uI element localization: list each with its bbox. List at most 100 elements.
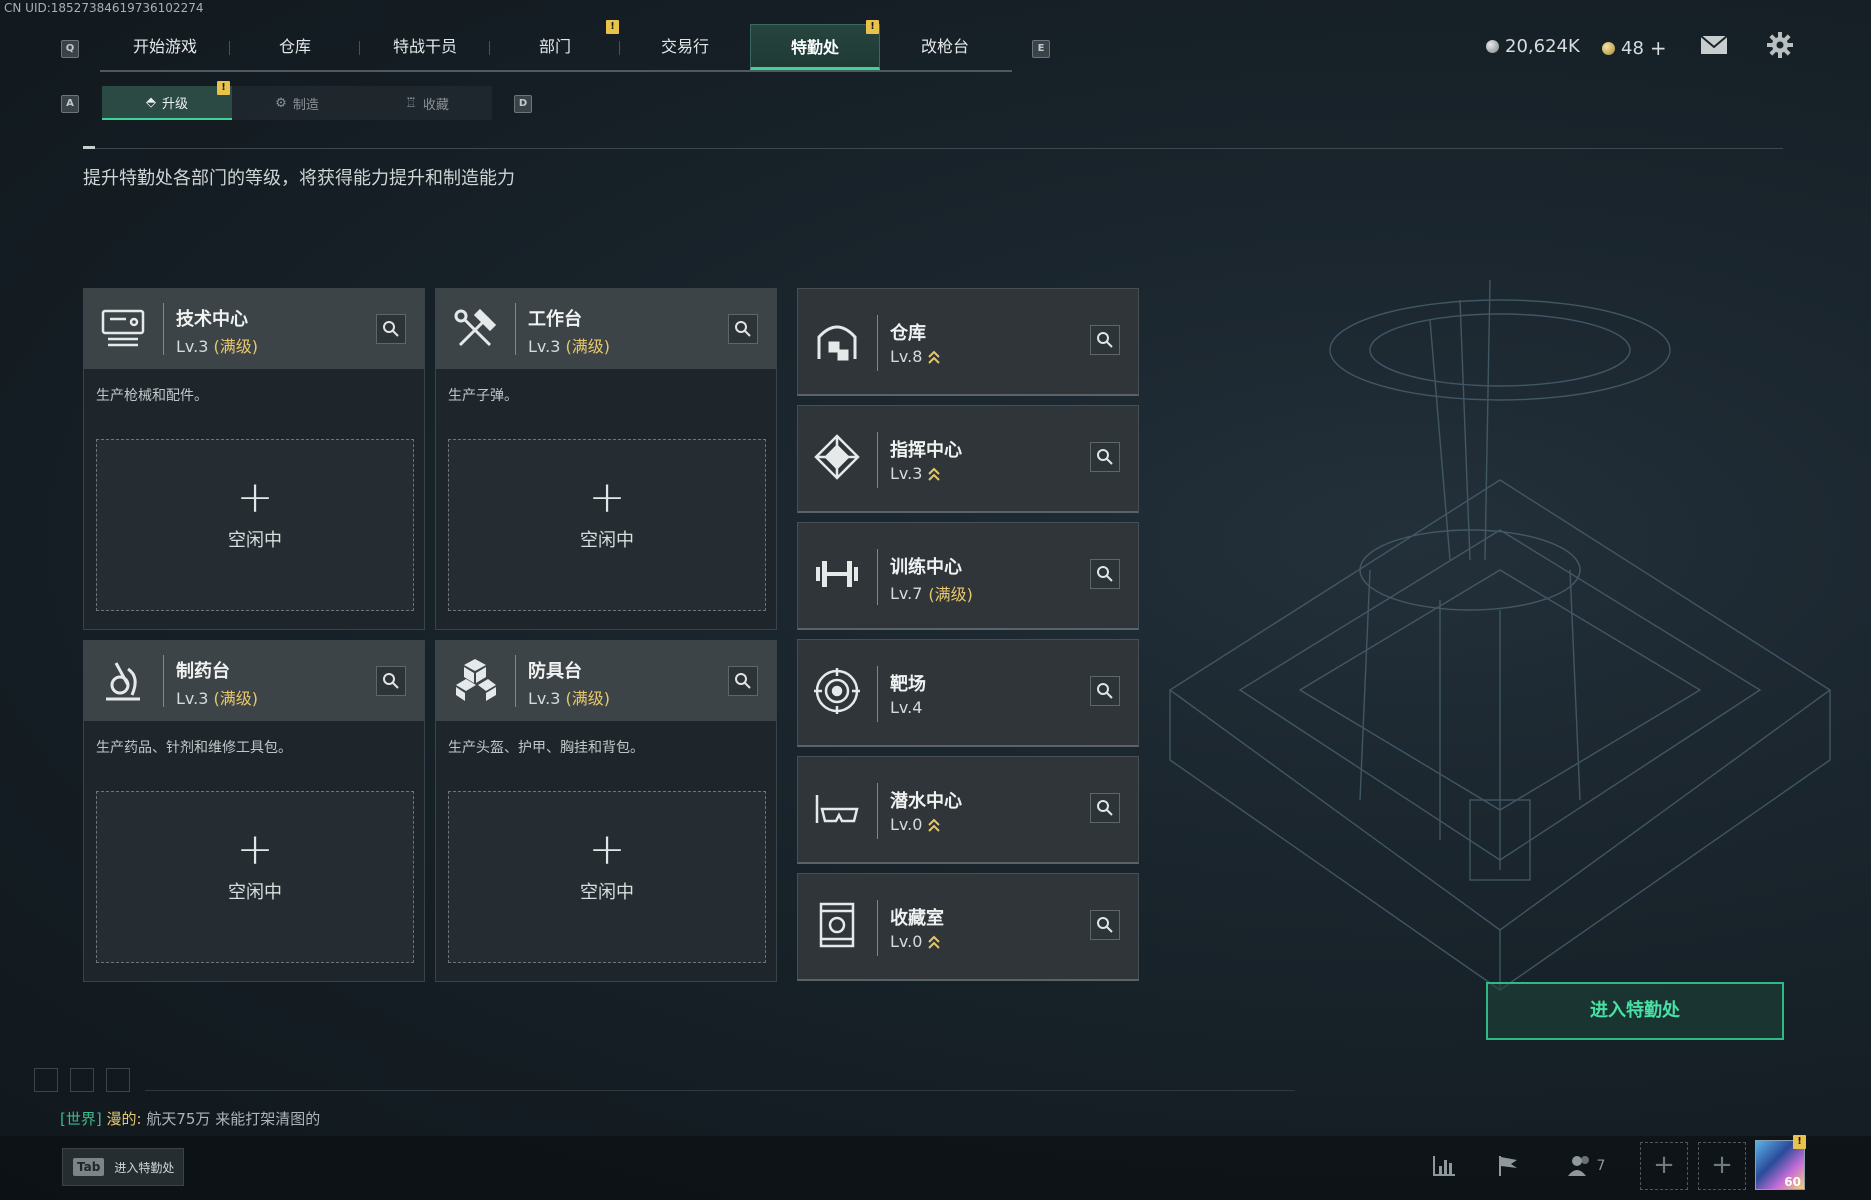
facility-level: Lv.3 [890, 464, 941, 483]
subtab-upgrade[interactable]: ⬘ 升级 [102, 86, 232, 120]
inspect-search-icon[interactable] [728, 666, 758, 696]
production-slot[interactable]: + 空闲中 [448, 439, 766, 611]
key-hint-e: E [1032, 40, 1050, 58]
tab-warehouse[interactable]: 仓库 [230, 24, 360, 70]
upgrade-available-icon [928, 467, 941, 481]
facility-title: 收藏室 [890, 908, 944, 929]
facility-card-collection-room[interactable]: 收藏室 Lv.0 [797, 873, 1139, 981]
inspect-search-icon[interactable] [376, 666, 406, 696]
sub-nav: ⬘ 升级 ⚙ 制造 ♖ 收藏 [102, 86, 492, 120]
decorative-square [106, 1068, 130, 1092]
friends-icon [1567, 1156, 1589, 1176]
currency-tokens[interactable]: 48 + [1602, 36, 1667, 60]
slot-status: 空闲中 [228, 530, 282, 551]
computer-monitor-icon [98, 303, 148, 353]
inspect-search-icon[interactable] [1090, 559, 1120, 589]
decorative-square [34, 1068, 58, 1092]
department-card-armor-bench[interactable]: 防具台 Lv.3 (满级) 生产头盔、护甲、胸挂和背包。 + 空闲中 [435, 640, 777, 982]
stats-bar-chart-icon[interactable] [1422, 1144, 1466, 1188]
department-title: 制药台 [176, 661, 230, 682]
department-description: 生产头盔、护甲、胸挂和背包。 [448, 740, 644, 756]
production-slot[interactable]: + 空闲中 [448, 791, 766, 963]
tab-special-ops-alert-badge: ! [866, 20, 879, 34]
department-title: 技术中心 [176, 309, 248, 330]
facility-card-command-center[interactable]: 指挥中心 Lv.3 [797, 405, 1139, 513]
inspect-search-icon[interactable] [1090, 442, 1120, 472]
slot-status: 空闲中 [580, 530, 634, 551]
craft-gear-icon: ⚙ [275, 95, 287, 111]
currency-coins[interactable]: 20,624K [1486, 36, 1580, 57]
facility-card-warehouse[interactable]: 仓库 Lv.8 [797, 288, 1139, 396]
upgrade-available-icon [928, 350, 941, 364]
facility-title: 仓库 [890, 323, 926, 344]
facility-level: Lv.8 [890, 347, 941, 366]
chat-channel: [世界] [60, 1110, 102, 1128]
department-title: 工作台 [528, 309, 582, 330]
facility-level: Lv.0 [890, 815, 941, 834]
facility-card-training-center[interactable]: 训练中心 Lv.7 (满级) [797, 522, 1139, 630]
gold-coin-icon [1602, 41, 1615, 55]
department-level: Lv.3 (满级) [176, 689, 258, 708]
tab-operators[interactable]: 特战干员 [360, 24, 490, 70]
party-slot-add-button[interactable]: + [1640, 1142, 1688, 1190]
tab-trading[interactable]: 交易行 [620, 24, 750, 70]
subtab-collection[interactable]: ♖ 收藏 [362, 86, 492, 120]
decorative-divider [145, 1090, 1295, 1091]
settings-gear-icon[interactable] [1766, 31, 1794, 59]
production-slot[interactable]: + 空闲中 [96, 791, 414, 963]
page-description: 提升特勤处各部门的等级，将获得能力提升和制造能力 [83, 168, 515, 189]
subtab-craft[interactable]: ⚙ 制造 [232, 86, 362, 120]
facility-card-shooting-range[interactable]: 靶场 Lv.4 [797, 639, 1139, 747]
department-card-tech-center[interactable]: 技术中心 Lv.3 (满级) 生产枪械和配件。 + 空闲中 [83, 288, 425, 630]
inspect-search-icon[interactable] [1090, 325, 1120, 355]
silver-coin-icon [1486, 40, 1499, 53]
department-card-workbench[interactable]: 工作台 Lv.3 (满级) 生产子弹。 + 空闲中 [435, 288, 777, 630]
hammer-wrench-icon [450, 303, 500, 353]
party-slot-add-button-2[interactable]: + [1698, 1142, 1746, 1190]
facility-level: Lv.4 [890, 698, 923, 717]
upgrade-available-icon [928, 935, 941, 949]
slot-status: 空闲中 [228, 882, 282, 903]
mail-icon[interactable] [1700, 34, 1728, 56]
facility-title: 靶场 [890, 674, 926, 695]
flag-icon[interactable] [1486, 1144, 1530, 1188]
player-level: 60 [1784, 1175, 1801, 1189]
tab-department[interactable]: 部门 [490, 24, 620, 70]
chat-user: 漫的: [106, 1110, 142, 1128]
friends-count: 7 [1596, 1158, 1606, 1174]
stacked-cubes-icon [450, 655, 500, 705]
world-chat-message[interactable]: [世界] 漫的: 航天75万 来能打架清图的 [60, 1108, 320, 1129]
tab-start-game[interactable]: 开始游戏 [100, 24, 230, 70]
facility-card-diving-center[interactable]: 潜水中心 Lv.0 [797, 756, 1139, 864]
friends-button[interactable]: 7 [1556, 1144, 1616, 1188]
tab-key-hint: Tab [73, 1158, 105, 1176]
tab-special-ops[interactable]: 特勤处 [750, 24, 880, 70]
inspect-search-icon[interactable] [728, 314, 758, 344]
add-icon: + [236, 824, 274, 875]
facility-title: 潜水中心 [890, 791, 962, 812]
upgrade-icon: ⬘ [145, 94, 156, 110]
divider-marker [83, 146, 95, 149]
dumbbell-icon [812, 549, 862, 599]
tab-shortcut-button[interactable]: Tab 进入特勤处 [62, 1148, 184, 1186]
diving-mask-icon [812, 783, 862, 833]
microscope-icon [98, 655, 148, 705]
key-hint-a: A [61, 95, 79, 113]
add-currency-icon[interactable]: + [1650, 36, 1667, 60]
inspect-search-icon[interactable] [1090, 910, 1120, 940]
collection-icon: ♖ [405, 95, 417, 111]
warehouse-hangar-icon [812, 315, 862, 365]
department-level: Lv.3 (满级) [528, 337, 610, 356]
department-card-pharmacy[interactable]: 制药台 Lv.3 (满级) 生产药品、针剂和维修工具包。 + 空闲中 [83, 640, 425, 982]
key-hint-d: D [514, 95, 532, 113]
inspect-search-icon[interactable] [1090, 676, 1120, 706]
inspect-search-icon[interactable] [376, 314, 406, 344]
production-slot[interactable]: + 空闲中 [96, 439, 414, 611]
tab-department-alert-badge: ! [606, 20, 619, 34]
inspect-search-icon[interactable] [1090, 793, 1120, 823]
department-description: 生产枪械和配件。 [96, 388, 208, 404]
divider [83, 148, 1783, 149]
tab-gunsmith[interactable]: 改枪台 [880, 24, 1010, 70]
enter-special-ops-button[interactable]: 进入特勤处 [1486, 982, 1784, 1040]
facility-title: 训练中心 [890, 557, 962, 578]
